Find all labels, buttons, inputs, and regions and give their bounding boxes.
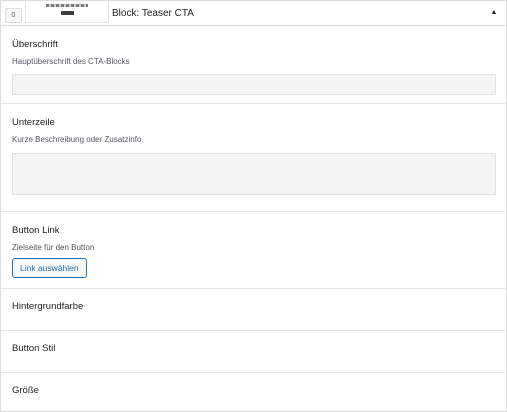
field-label: Hintergrundfarbe: [12, 301, 84, 312]
ueberschrift-input[interactable]: [12, 74, 496, 95]
block-preview-thumbnail: [25, 1, 109, 23]
collapse-toggle-icon[interactable]: ▲: [490, 9, 498, 17]
field-label: Button Link: [12, 225, 60, 236]
thumbnail-text-lines: [46, 4, 88, 7]
field-label: Unterzeile: [12, 117, 55, 128]
field-unterzeile: Unterzeile Kurze Beschreibung oder Zusat…: [1, 104, 506, 212]
field-hintergrundfarbe[interactable]: Hintergrundfarbe: [1, 289, 506, 331]
block-index-badge: 0: [5, 8, 22, 23]
field-description: Hauptüberschrift des CTA-Blocks: [12, 57, 130, 66]
block-panel: 0 Block: Teaser CTA ▲ Überschrift Hauptü…: [0, 0, 507, 412]
field-label: Größe: [12, 385, 39, 396]
field-label: Überschrift: [12, 39, 58, 50]
link-auswaehlen-button[interactable]: Link auswählen: [12, 258, 87, 278]
thumbnail-button-shape: [61, 11, 74, 15]
field-button-stil[interactable]: Button Stil: [1, 331, 506, 373]
block-title: Block: Teaser CTA: [112, 8, 194, 19]
unterzeile-textarea[interactable]: [12, 153, 496, 195]
field-description: Zielseite für den Button: [12, 243, 95, 252]
field-groesse[interactable]: Größe: [1, 373, 506, 411]
field-description: Kurze Beschreibung oder Zusatzinfo: [12, 135, 142, 144]
field-label: Button Stil: [12, 343, 56, 354]
field-button-link: Button Link Zielseite für den Button Lin…: [1, 212, 506, 289]
block-header[interactable]: 0 Block: Teaser CTA ▲: [1, 1, 506, 26]
field-ueberschrift: Überschrift Hauptüberschrift des CTA-Blo…: [1, 26, 506, 104]
